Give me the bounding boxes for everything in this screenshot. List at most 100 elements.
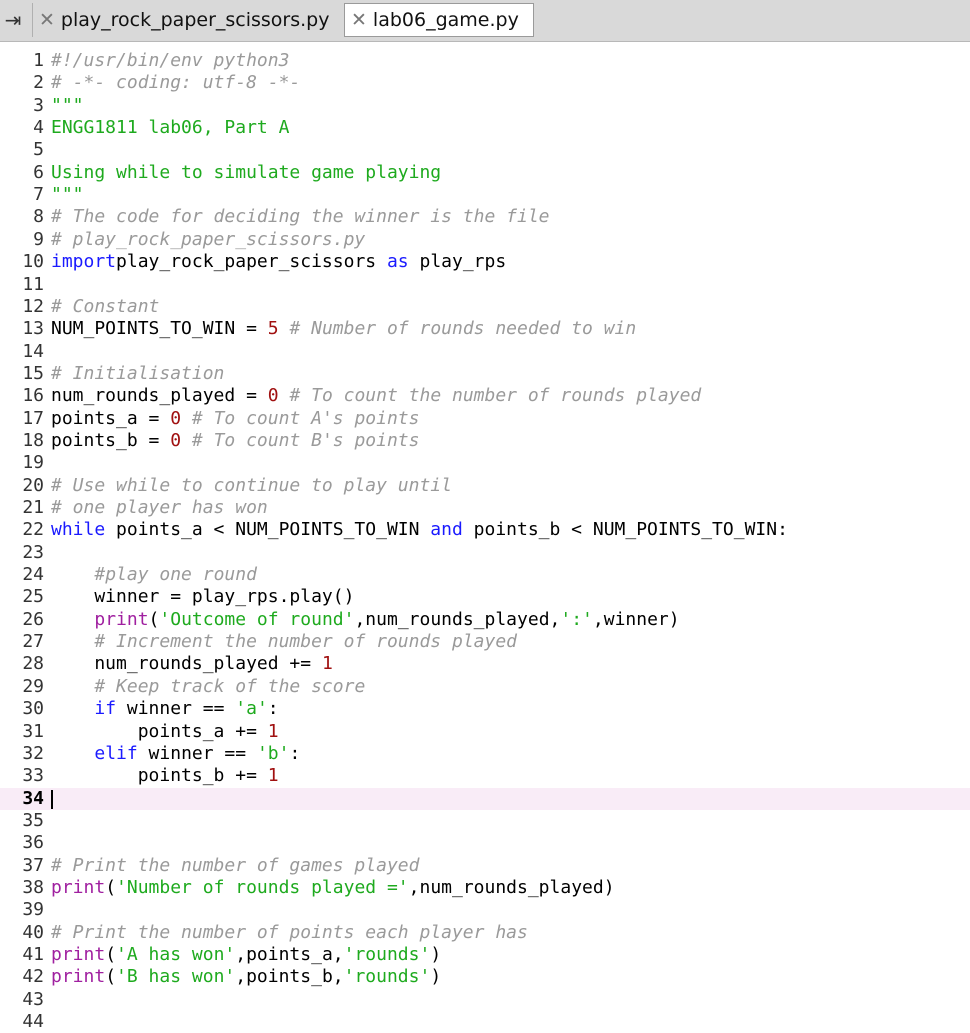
code-token: winner ==	[116, 698, 236, 719]
line-number: 20	[22, 475, 44, 496]
line-number: 17	[22, 408, 44, 429]
code-line[interactable]: 40 # Print the number of points each play…	[0, 922, 970, 944]
code-token: # Increment the number of rounds played	[94, 631, 517, 652]
text-cursor	[51, 789, 53, 809]
code-text: # play_rock_paper_scissors.py	[51, 229, 365, 251]
code-line[interactable]: 41 print('A has won',points_a,'rounds')	[0, 944, 970, 966]
code-line[interactable]: 26 print('Outcome of round',num_rounds_p…	[0, 609, 970, 631]
line-number: 26	[22, 609, 44, 630]
line-number: 19	[22, 452, 44, 473]
code-text: # one player has won	[51, 497, 268, 519]
code-text: #play one round	[51, 564, 257, 586]
line-number: 21	[22, 497, 44, 518]
code-token: elif	[94, 743, 138, 764]
code-line[interactable]: 33 points_b += 1	[0, 765, 970, 787]
code-line[interactable]: 27 # Increment the number of rounds play…	[0, 631, 970, 653]
tab-play-rock-paper-scissors[interactable]: ✕ play_rock_paper_scissors.py	[32, 3, 342, 37]
code-line[interactable]: 31 points_a += 1	[0, 721, 970, 743]
code-line[interactable]: 44	[0, 1011, 970, 1033]
code-line[interactable]: 4 ENGG1811 lab06, Part A	[0, 117, 970, 139]
tab-lab06-game[interactable]: ✕ lab06_game.py	[344, 3, 534, 37]
code-line[interactable]: 21 # one player has won	[0, 497, 970, 519]
code-token: 0	[170, 430, 182, 451]
code-line[interactable]: 29 # Keep track of the score	[0, 676, 970, 698]
code-line[interactable]: 2 # -*- coding: utf-8 -*-	[0, 72, 970, 94]
line-number: 28	[22, 653, 44, 674]
code-line[interactable]: 14	[0, 341, 970, 363]
code-line[interactable]: 5	[0, 139, 970, 161]
tab-list-arrow-icon[interactable]: ⇥	[0, 4, 26, 36]
code-line[interactable]: 11	[0, 274, 970, 296]
line-number: 18	[22, 430, 44, 451]
code-token: winner ==	[137, 743, 257, 764]
code-token: print	[51, 966, 106, 987]
code-text	[51, 788, 53, 810]
line-number: 6	[33, 162, 44, 183]
code-text: points_b += 1	[51, 765, 279, 787]
code-line[interactable]: 38 print('Number of rounds played =',num_…	[0, 877, 970, 899]
code-token: # Print the number of points each player…	[51, 922, 528, 943]
code-line[interactable]: 10 importplay_rock_paper_scissors as play…	[0, 251, 970, 273]
code-token: :	[289, 743, 301, 764]
code-line[interactable]: 22 while points_a < NUM_POINTS_TO_WIN and…	[0, 519, 970, 541]
close-icon[interactable]: ✕	[39, 9, 55, 31]
line-number: 10	[22, 251, 44, 272]
code-line[interactable]: 25 winner = play_rps.play()	[0, 586, 970, 608]
code-line[interactable]: 13 NUM_POINTS_TO_WIN = 5 # Number of roun…	[0, 318, 970, 340]
code-text: Using while to simulate game playing	[51, 162, 441, 184]
code-line[interactable]: 35	[0, 810, 970, 832]
code-line[interactable]: 9 # play_rock_paper_scissors.py	[0, 229, 970, 251]
code-line[interactable]: 23	[0, 542, 970, 564]
code-line[interactable]: 7 """	[0, 184, 970, 206]
code-token: points_a =	[51, 408, 171, 429]
code-token: (	[148, 609, 160, 630]
code-token: # To count B's points	[191, 430, 420, 451]
code-token: 'b'	[256, 743, 290, 764]
code-token: 'rounds'	[343, 944, 431, 965]
code-token: ,points_b,	[235, 966, 344, 987]
code-line[interactable]: 37 # Print the number of games played	[0, 855, 970, 877]
code-token: points_b +=	[51, 765, 268, 786]
code-line[interactable]: 28 num_rounds_played += 1	[0, 653, 970, 675]
code-line[interactable]: 3 """	[0, 95, 970, 117]
code-line[interactable]: 32 elif winner == 'b':	[0, 743, 970, 765]
code-token: 1	[267, 721, 279, 742]
code-line[interactable]: 42 print('B has won',points_b,'rounds')	[0, 966, 970, 988]
code-line[interactable]: 15 # Initialisation	[0, 363, 970, 385]
code-line[interactable]: 19	[0, 452, 970, 474]
code-line[interactable]: 24 #play one round	[0, 564, 970, 586]
code-text: points_a = 0 # To count A's points	[51, 408, 419, 430]
code-line[interactable]: 1 #!/usr/bin/env python3	[0, 50, 970, 72]
code-line[interactable]: 39	[0, 899, 970, 921]
line-number: 32	[22, 743, 44, 764]
line-number: 14	[22, 341, 44, 362]
code-line[interactable]: 34	[0, 788, 970, 810]
code-line[interactable]: 20 # Use while to continue to play until	[0, 475, 970, 497]
code-token: 'B has won'	[116, 966, 236, 987]
line-number: 43	[22, 989, 44, 1010]
code-line[interactable]: 8 # The code for deciding the winner is t…	[0, 206, 970, 228]
code-text: """	[51, 95, 84, 117]
code-line[interactable]: 12 # Constant	[0, 296, 970, 318]
line-number: 11	[22, 274, 44, 295]
code-token: # Initialisation	[51, 363, 225, 384]
code-line[interactable]: 36	[0, 832, 970, 854]
code-token: ,winner)	[592, 609, 680, 630]
line-number: 4	[33, 117, 44, 138]
close-icon[interactable]: ✕	[351, 9, 367, 31]
code-line[interactable]: 43	[0, 989, 970, 1011]
code-token: # Number of rounds needed to win	[289, 318, 637, 339]
code-line[interactable]: 17 points_a = 0 # To count A's points	[0, 408, 970, 430]
code-line[interactable]: 16 num_rounds_played = 0 # To count the n…	[0, 385, 970, 407]
code-token: """	[51, 95, 84, 116]
line-number: 7	[33, 184, 44, 205]
code-token: 'rounds'	[343, 966, 431, 987]
code-text: """	[51, 184, 84, 206]
line-number: 37	[22, 855, 44, 876]
code-token: points_a +=	[51, 721, 268, 742]
code-line[interactable]: 30 if winner == 'a':	[0, 698, 970, 720]
code-line[interactable]: 18 points_b = 0 # To count B's points	[0, 430, 970, 452]
code-line[interactable]: 6 Using while to simulate game playing	[0, 162, 970, 184]
line-number: 29	[22, 676, 44, 697]
code-token: #!/usr/bin/env python3	[51, 50, 290, 71]
